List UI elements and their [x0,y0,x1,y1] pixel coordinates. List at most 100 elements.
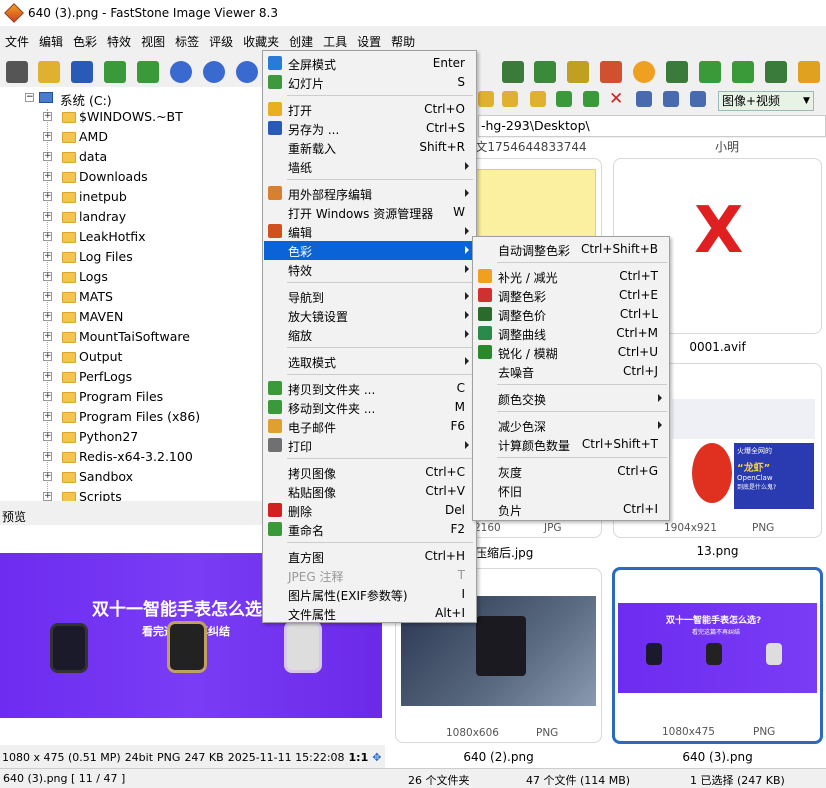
menu-8[interactable]: 创建 [284,33,318,50]
menu-item[interactable]: 色彩 [264,241,475,260]
expand-toggle[interactable]: + [43,372,52,381]
grid-view-icon[interactable] [636,91,652,107]
next-icon[interactable] [137,61,159,83]
menu-item[interactable]: 补光 / 减光 Ctrl+T [474,267,668,286]
menu-item[interactable]: 编辑 [264,222,475,241]
resize-icon[interactable] [567,61,589,83]
thumbnail-caption[interactable]: 13.png [613,544,822,558]
menu-10[interactable]: 设置 [352,33,386,50]
menu-item[interactable]: 文件属性 Alt+I [264,604,475,623]
menu-item[interactable]: 调整色价 Ctrl+L [474,305,668,324]
menu-3[interactable]: 特效 [102,33,136,50]
list-view-icon[interactable] [663,91,679,107]
open-folder-icon[interactable] [38,61,60,83]
menu-9[interactable]: 工具 [318,33,352,50]
menu-item[interactable]: 墙纸 [264,157,475,176]
menu-item[interactable]: 自动调整色彩 Ctrl+Shift+B [474,240,668,259]
expand-toggle[interactable]: + [43,312,52,321]
window-icon[interactable] [798,61,820,83]
menu-item[interactable]: 灰度 Ctrl+G [474,462,668,481]
brightness-icon[interactable] [633,61,655,83]
delete-icon[interactable]: ✕ [609,89,623,109]
camera-icon[interactable] [6,61,28,83]
fit-icon[interactable]: ✥ [372,751,381,764]
rotate-left-icon[interactable] [699,61,721,83]
menu-item[interactable]: 另存为 ... Ctrl+S [264,119,475,138]
expand-toggle[interactable]: + [43,392,52,401]
stamp-icon[interactable] [666,61,688,83]
menu-7[interactable]: 收藏夹 [238,33,284,50]
menu-item[interactable]: 拷贝图像 Ctrl+C [264,463,475,482]
menu-item[interactable]: 移动到文件夹 ... M [264,398,475,417]
previous-icon[interactable] [104,61,126,83]
menu-item[interactable]: 调整曲线 Ctrl+M [474,324,668,343]
detail-view-icon[interactable] [690,91,706,107]
expand-toggle[interactable]: + [43,412,52,421]
save-icon[interactable] [71,61,93,83]
expand-toggle[interactable]: + [43,292,52,301]
zoom-out-icon[interactable] [203,61,225,83]
menu-item[interactable]: 粘贴图像 Ctrl+V [264,482,475,501]
expand-toggle[interactable]: + [43,352,52,361]
menu-item[interactable]: 减少色深 [474,416,668,435]
menu-item[interactable]: 去噪音 Ctrl+J [474,362,668,381]
expand-toggle[interactable]: + [43,132,52,141]
menu-2[interactable]: 色彩 [68,33,102,50]
expand-toggle[interactable]: + [43,192,52,201]
new-folder-icon[interactable] [530,91,546,107]
menu-1[interactable]: 编辑 [34,33,68,50]
menu-item[interactable]: 缩放 [264,325,475,344]
path-input[interactable]: -hg-293\Desktop\ [478,115,826,137]
menu-item[interactable]: 放大镜设置 [264,306,475,325]
expand-toggle[interactable]: + [43,172,52,181]
menu-item[interactable]: 重新载入 Shift+R [264,138,475,157]
menu-6[interactable]: 评级 [204,33,238,50]
filmstrip-icon[interactable] [502,61,524,83]
flip-icon[interactable] [765,61,787,83]
menu-item[interactable]: 电子邮件 F6 [264,417,475,436]
expand-toggle[interactable]: + [43,112,52,121]
zoom-in-icon[interactable] [170,61,192,83]
expand-toggle[interactable]: + [43,472,52,481]
menu-item[interactable]: 导航到 [264,287,475,306]
actual-size-icon[interactable] [236,61,258,83]
expand-toggle[interactable]: + [43,272,52,281]
chevron-down-icon[interactable]: ▼ [800,92,813,110]
copy-icon[interactable] [556,91,572,107]
menu-5[interactable]: 标签 [170,33,204,50]
menu-item[interactable]: 拷贝到文件夹 ... C [264,379,475,398]
expand-toggle[interactable]: + [43,492,52,501]
menu-item[interactable]: 颜色交换 [474,389,668,408]
menu-item[interactable]: 幻灯片 S [264,73,475,92]
menu-item[interactable]: 全屏模式 Enter [264,54,475,73]
menu-item[interactable]: 怀旧 [474,481,668,500]
menu-item[interactable]: 计算颜色数量 Ctrl+Shift+T [474,435,668,454]
menu-item[interactable]: JPEG 注释 T [264,566,475,585]
expand-toggle[interactable]: + [43,232,52,241]
menu-item[interactable]: 重命名 F2 [264,520,475,539]
expand-toggle[interactable]: + [43,332,52,341]
menu-item[interactable]: 打印 [264,436,475,455]
expand-toggle[interactable]: + [43,252,52,261]
star-folder-icon[interactable] [502,91,518,107]
menu-item[interactable]: 调整色彩 Ctrl+E [474,286,668,305]
menu-item[interactable]: 选取模式 [264,352,475,371]
menu-item[interactable]: 直方图 Ctrl+H [264,547,475,566]
menu-item[interactable]: 锐化 / 模糊 Ctrl+U [474,343,668,362]
menu-item[interactable]: 删除 Del [264,501,475,520]
menu-item[interactable]: 图片属性(EXIF参数等) I [264,585,475,604]
menu-item[interactable]: 负片 Ctrl+I [474,500,668,519]
menu-item[interactable]: 特效 [264,260,475,279]
expand-toggle[interactable]: + [43,212,52,221]
thumbnail-caption[interactable]: 640 (2).png [395,750,602,764]
thumbnail-selected[interactable]: 双十一智能手表怎么选? 看完这篇不再纠结 1080x475 PNG [612,567,823,744]
move-icon[interactable] [583,91,599,107]
expand-toggle[interactable]: + [43,452,52,461]
crop-icon[interactable] [534,61,556,83]
folder-icon[interactable] [478,91,494,107]
rotate-right-icon[interactable] [732,61,754,83]
menu-item[interactable]: 打开 Windows 资源管理器 W [264,203,475,222]
expand-toggle[interactable]: + [43,432,52,441]
menu-item[interactable]: 用外部程序编辑 [264,184,475,203]
menu-11[interactable]: 帮助 [386,33,420,50]
